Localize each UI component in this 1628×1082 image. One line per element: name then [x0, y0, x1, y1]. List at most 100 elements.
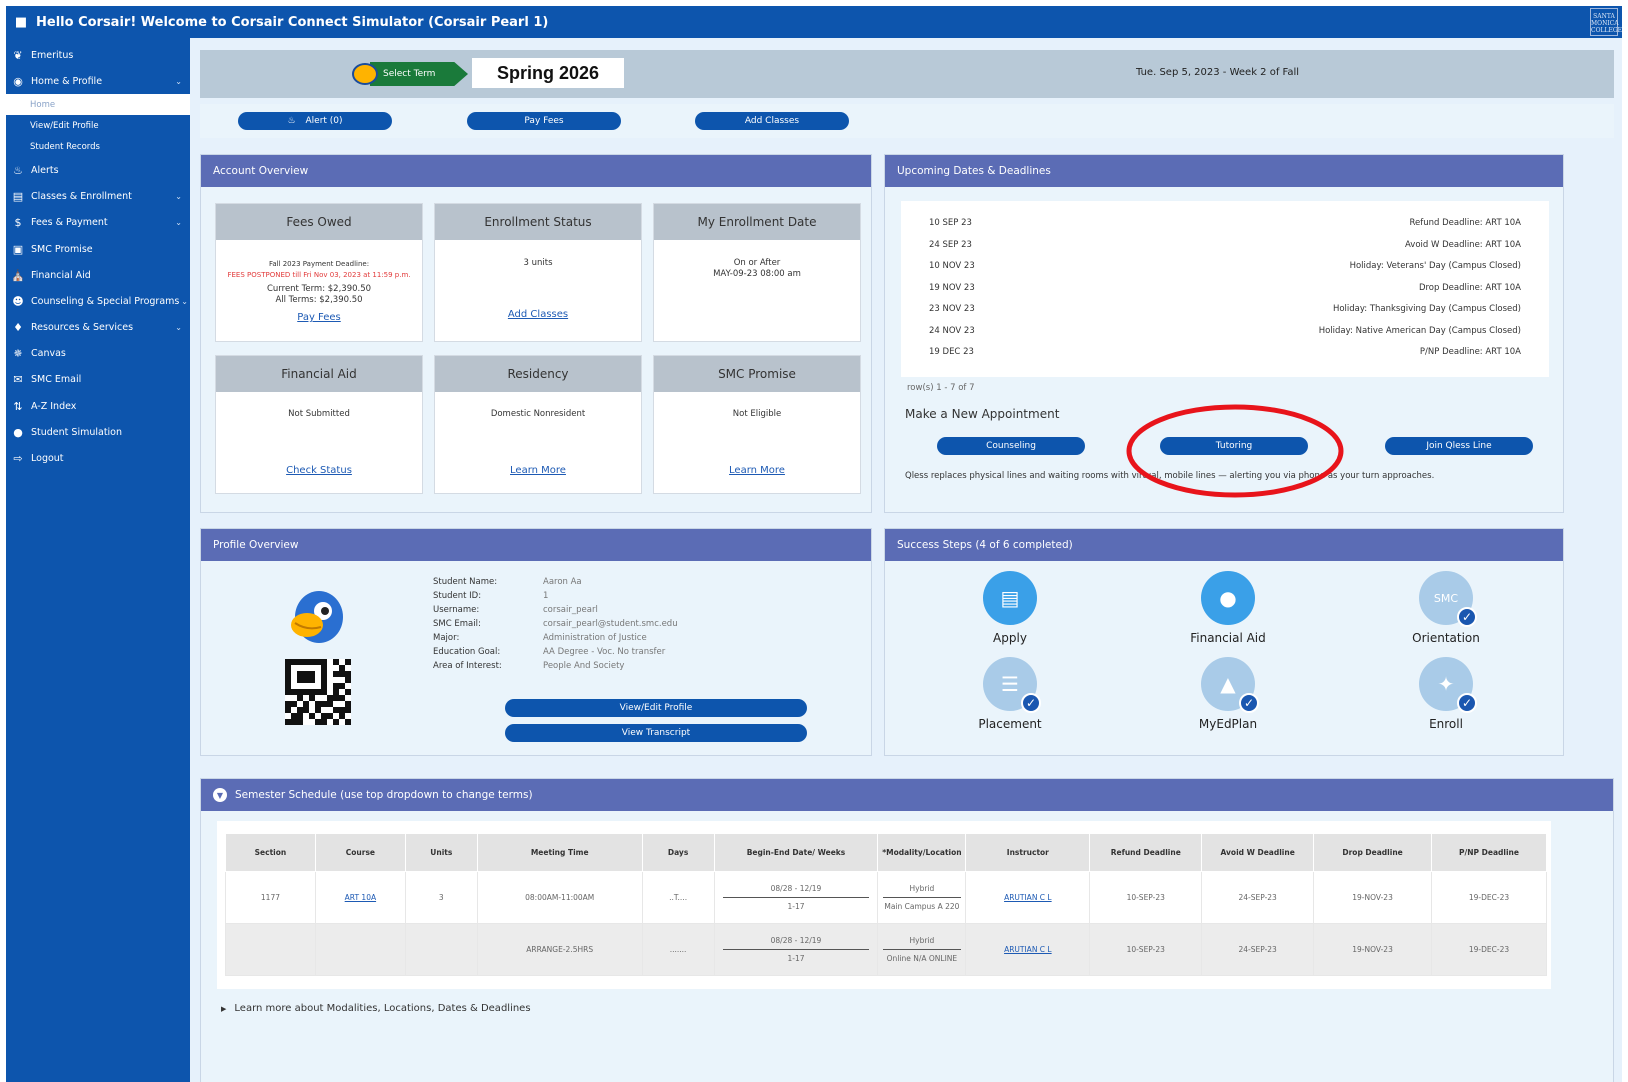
join-qless-button[interactable]: Join Qless Line — [1385, 437, 1533, 455]
step-apply[interactable]: ▤ Apply — [930, 571, 1090, 645]
top-bar: ■ Hello Corsair! Welcome to Corsair Conn… — [6, 6, 1622, 38]
learn-more-toggle[interactable]: ▶ Learn more about Modalities, Locations… — [221, 1003, 531, 1014]
card-title: Financial Aid — [216, 356, 422, 392]
step-orientation[interactable]: SMC ✓ Orientation — [1366, 571, 1526, 645]
college-logo: SANTA MONICA COLLEGE — [1590, 8, 1622, 36]
step-placement[interactable]: ☰ ✓ Placement — [930, 657, 1090, 731]
step-myedplan[interactable]: ▲ ✓ MyEdPlan — [1148, 657, 1308, 731]
cell-section: 1177 — [225, 871, 316, 924]
profile-row: Major: Administration of Justice — [433, 633, 647, 643]
sidebar-item-home-profile[interactable]: ◉ Home & Profile ⌄ — [6, 68, 190, 94]
column-header: Instructor — [965, 833, 1091, 872]
current-term-fees: Current Term: $2,390.50 — [266, 284, 372, 294]
chevron-down-icon: ⌄ — [175, 218, 182, 228]
term-selector[interactable]: Spring 2026 — [472, 58, 624, 88]
mail-icon: ✉ — [13, 373, 23, 387]
checkmark-icon: ✓ — [1457, 693, 1477, 713]
schedule-header[interactable]: ▼ Semester Schedule (use top dropdown to… — [201, 779, 1613, 811]
sidebar-item-financial-aid[interactable]: ⛪ Financial Aid — [6, 262, 190, 288]
column-header: Section — [225, 833, 316, 872]
alert-button[interactable]: ♨ Alert (0) — [238, 112, 392, 130]
semester-schedule-panel: ▼ Semester Schedule (use top dropdown to… — [200, 778, 1614, 1082]
sidebar-subitem-student-records[interactable]: Student Records — [6, 136, 190, 157]
upcoming-deadlines-panel: Upcoming Dates & Deadlines 10 SEP 23 Refu… — [884, 154, 1564, 513]
cell-dates: 08/28 - 12/19 1-17 — [713, 871, 879, 924]
list-icon: ▤ — [12, 190, 24, 204]
home-icon: ◉ — [13, 74, 23, 88]
view-edit-profile-button[interactable]: View/Edit Profile — [505, 699, 807, 717]
term-bar: Select Term Spring 2026 Tue. Sep 5, 2023… — [200, 50, 1614, 98]
main-content: Select Term Spring 2026 Tue. Sep 5, 2023… — [190, 38, 1622, 1082]
sidebar-item-classes-enrollment[interactable]: ▤ Classes & Enrollment ⌄ — [6, 184, 190, 210]
panel-title: Account Overview — [201, 155, 871, 187]
counseling-button[interactable]: Counseling — [937, 437, 1085, 455]
cell-drop: 19-NOV-23 — [1313, 923, 1433, 976]
step-enroll[interactable]: ✦ ✓ Enroll — [1366, 657, 1526, 731]
add-classes-button[interactable]: Add Classes — [695, 112, 849, 130]
dollar-icon: $ — [14, 216, 22, 230]
payment-deadline-label: Fall 2023 Payment Deadline: — [268, 260, 370, 268]
bell-icon: ♨ — [287, 116, 296, 126]
panel-title: Success Steps (4 of 6 completed) — [885, 529, 1563, 561]
sidebar-subitem-home[interactable]: Home — [6, 94, 190, 116]
bank-icon: ⛪ — [11, 268, 25, 282]
pay-fees-link[interactable]: Pay Fees — [297, 312, 341, 323]
sidebar-item-canvas[interactable]: ✵ Canvas — [6, 341, 190, 367]
chevron-down-icon: ⌄ — [181, 296, 188, 306]
list-item: 19 NOV 23 Drop Deadline: ART 10A — [929, 283, 1521, 293]
list-item: 23 NOV 23 Holiday: Thanksgiving Day (Camp… — [929, 304, 1521, 314]
quick-actions-bar: ♨ Alert (0) Pay Fees Add Classes — [200, 104, 1614, 138]
collapse-icon[interactable]: ▼ — [213, 788, 227, 802]
cell-dates: 08/28 - 12/19 1-17 — [713, 923, 879, 976]
instructor-link[interactable]: ARUTIAN C L — [1004, 893, 1052, 902]
profile-fields: Student Name: Aaron Aa Student ID: 1 Usern… — [433, 575, 678, 673]
residency-learn-more-link[interactable]: Learn More — [510, 465, 566, 476]
chevron-down-icon: ⌄ — [175, 192, 182, 202]
sidebar-item-emeritus[interactable]: ❦ Emeritus — [6, 42, 190, 68]
table-row: 1177 ART 10A 3 08:00AM-11:00AM ..T.... 0… — [225, 871, 1547, 924]
enrollment-date-card: My Enrollment Date On or After MAY-09-23… — [653, 203, 861, 342]
column-header: Refund Deadline — [1089, 833, 1203, 872]
sort-icon: ⇅ — [13, 399, 23, 413]
instructor-link[interactable]: ARUTIAN C L — [1004, 945, 1052, 954]
user-icon: ● — [13, 425, 23, 439]
sidebar-item-student-simulation[interactable]: ● Student Simulation — [6, 419, 190, 445]
course-link[interactable]: ART 10A — [345, 893, 376, 902]
cell-avoid-w: 24-SEP-23 — [1201, 871, 1315, 924]
promise-learn-more-link[interactable]: Learn More — [729, 465, 785, 476]
canvas-icon: ✵ — [13, 347, 23, 361]
select-term-button[interactable]: Select Term — [352, 59, 472, 89]
check-status-link[interactable]: Check Status — [286, 465, 352, 476]
sidebar-item-a-z-index[interactable]: ⇅ A-Z Index — [6, 393, 190, 419]
smc-promise-card: SMC Promise Not Eligible Learn More — [653, 355, 861, 494]
sidebar-item-logout[interactable]: ⇨ Logout — [6, 445, 190, 471]
cell-section — [225, 923, 316, 976]
step-financial-aid[interactable]: ● Financial Aid — [1148, 571, 1308, 645]
pay-fees-button[interactable]: Pay Fees — [467, 112, 621, 130]
people-icon: ☻ — [12, 294, 24, 308]
emeritus-icon: ❦ — [13, 48, 23, 62]
piggy-bank-icon: ● — [1201, 571, 1255, 625]
sidebar-subitem-view-edit-profile[interactable]: View/Edit Profile — [6, 115, 190, 136]
chevron-down-icon: ⌄ — [175, 76, 182, 86]
menu-icon[interactable]: ■ — [6, 6, 36, 38]
view-transcript-button[interactable]: View Transcript — [505, 724, 807, 742]
mouse-icon: ✦ ✓ — [1419, 657, 1477, 713]
highlight-circle — [1126, 404, 1344, 498]
sidebar-item-alerts[interactable]: ♨ Alerts — [6, 157, 190, 183]
fees-owed-card: Fees Owed Fall 2023 Payment Deadline: FE… — [215, 203, 423, 342]
sidebar-item-counseling[interactable]: ☻ Counseling & Special Programs ⌄ — [6, 288, 190, 314]
bell-icon: ♨ — [13, 163, 23, 177]
card-title: My Enrollment Date — [654, 204, 860, 240]
card-title: Enrollment Status — [435, 204, 641, 240]
sidebar-item-resources-services[interactable]: ♦ Resources & Services ⌄ — [6, 315, 190, 341]
sidebar-item-smc-email[interactable]: ✉ SMC Email — [6, 367, 190, 393]
qr-code — [285, 659, 351, 725]
card-title: Residency — [435, 356, 641, 392]
cell-course — [314, 923, 406, 976]
sidebar-item-fees-payment[interactable]: $ Fees & Payment ⌄ — [6, 210, 190, 236]
profile-row: SMC Email: corsair_pearl@student.smc.edu — [433, 619, 678, 629]
panel-title: Upcoming Dates & Deadlines — [885, 155, 1563, 187]
add-classes-link[interactable]: Add Classes — [508, 309, 568, 320]
sidebar-item-smc-promise[interactable]: ▣ SMC Promise — [6, 236, 190, 262]
